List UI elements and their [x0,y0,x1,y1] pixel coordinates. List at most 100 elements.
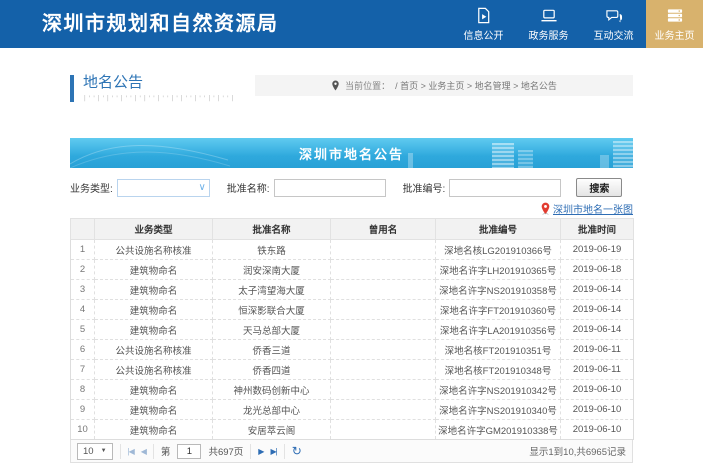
cell-business-type: 公共设施名称核准 [95,340,213,360]
table-row: 9 建筑物命名 龙光总部中心 深地名许字NS201910340号 2019-06… [71,400,634,420]
cell-former-name [331,400,436,420]
table-row: 2 建筑物命名 润安深南大厦 深地名许字LH201910365号 2019-06… [71,260,634,280]
records-summary: 显示1到10,共6965记录 [529,444,626,458]
cell-former-name [331,360,436,380]
table-row: 7 公共设施名称核准 侨香四道 深地名核FT201910348号 2019-06… [71,360,634,380]
cell-approved-name: 龙光总部中心 [213,400,331,420]
search-button[interactable]: 搜索 [576,178,622,197]
divider [250,444,251,459]
location-pin-icon [331,80,340,91]
cell-approval-code: 深地名许字LH201910365号 [436,260,561,280]
cell-approval-code: 深地名核FT201910348号 [436,360,561,380]
cell-approval-date: 2019-06-18 [561,260,634,280]
cell-business-type: 建筑物命名 [95,380,213,400]
cell-former-name [331,300,436,320]
cell-approval-code: 深地名核FT201910351号 [436,340,561,360]
cell-rownum: 3 [71,280,95,300]
cell-rownum: 5 [71,320,95,340]
table-row: 8 建筑物命名 神州数码创新中心 深地名许字NS201910342号 2019-… [71,380,634,400]
cell-former-name [331,340,436,360]
document-icon [475,7,492,24]
business-type-select[interactable]: ∨ [117,179,210,197]
banner-title: 深圳市地名公告 [299,144,404,163]
skyline-decoration [600,155,609,168]
breadcrumb-path[interactable]: / 首页 > 业务主页 > 地名管理 > 地名公告 [395,79,557,92]
cell-rownum: 8 [71,380,95,400]
map-link-row: 深圳市地名一张图 [70,201,633,216]
city-map-link[interactable]: 深圳市地名一张图 [553,201,633,216]
site-title: 深圳市规划和自然资源局 [0,0,451,48]
pagination-bar: 10 ▼ |◀ ◀ 第 共697页 ▶ ▶| ↻ 显示1到10,共6965记录 [70,440,633,463]
announcements-table: 业务类型 批准名称 曾用名 批准编号 批准时间 1 公共设施名称核准 铁东路 深… [70,218,634,440]
skyline-decoration [492,143,514,168]
nav-label: 互动交流 [594,27,634,42]
cell-former-name [331,280,436,300]
cell-approved-name: 神州数码创新中心 [213,380,331,400]
nav-item-interaction[interactable]: 互动交流 [581,0,646,48]
cell-approval-date: 2019-06-10 [561,400,634,420]
col-approval-code: 批准编号 [436,219,561,240]
table-row: 6 公共设施名称核准 侨香三道 深地名核FT201910351号 2019-06… [71,340,634,360]
divider [153,444,154,459]
total-pages-label: 共697页 [208,444,243,458]
cell-approval-date: 2019-06-14 [561,320,634,340]
table-row: 4 建筑物命名 恒深影联合大厦 深地名许字FT201910360号 2019-0… [71,300,634,320]
cell-approval-date: 2019-06-14 [561,280,634,300]
table-row: 5 建筑物命名 天马总部大厦 深地名许字LA201910356号 2019-06… [71,320,634,340]
approved-name-input[interactable] [274,179,386,197]
cell-approval-date: 2019-06-11 [561,360,634,380]
cell-business-type: 建筑物命名 [95,260,213,280]
nav-item-business-home[interactable]: 业务主页 [646,0,703,48]
col-former-name: 曾用名 [331,219,436,240]
panel-banner: 深圳市地名公告 [70,138,633,168]
next-page-button[interactable]: ▶ [258,447,263,456]
col-approved-name: 批准名称 [213,219,331,240]
cell-approved-name: 侨香四道 [213,360,331,380]
cell-approved-name: 天马总部大厦 [213,320,331,340]
header-nav: 信息公开 政务服务 互动交流 业务主页 [451,0,703,48]
cell-approval-code: 深地名许字FT201910360号 [436,300,561,320]
cell-rownum: 9 [71,400,95,420]
type-filter-label: 业务类型: [70,180,113,195]
page-size-value: 10 [83,446,94,457]
prev-page-button[interactable]: ◀ [141,447,146,456]
cell-approval-date: 2019-06-19 [561,240,634,260]
cell-approval-date: 2019-06-10 [561,380,634,400]
approval-code-input[interactable] [449,179,561,197]
nav-item-gov-services[interactable]: 政务服务 [516,0,581,48]
table-row: 3 建筑物命名 太子湾望海大厦 深地名许字NS201910358号 2019-0… [71,280,634,300]
cell-former-name [331,380,436,400]
banner-swirl-decoration [70,138,230,168]
cell-rownum: 2 [71,260,95,280]
cell-rownum: 7 [71,360,95,380]
cell-business-type: 建筑物命名 [95,280,213,300]
breadcrumb: 当前位置： / 首页 > 业务主页 > 地名管理 > 地名公告 [255,75,633,96]
map-pin-icon [540,202,551,215]
page-size-select[interactable]: 10 ▼ [77,443,113,460]
nav-label: 业务主页 [655,27,695,42]
table-body: 1 公共设施名称核准 铁东路 深地名核LG201910366号 2019-06-… [71,240,634,440]
table-header: 业务类型 批准名称 曾用名 批准编号 批准时间 [71,219,634,240]
cell-approved-name: 侨香三道 [213,340,331,360]
current-page-input[interactable] [177,444,201,459]
nav-item-info-disclosure[interactable]: 信息公开 [451,0,516,48]
cell-approved-name: 铁东路 [213,240,331,260]
cell-approval-code: 深地名许字NS201910340号 [436,400,561,420]
cell-business-type: 公共设施名称核准 [95,240,213,260]
page-title: 地名公告 [83,75,235,91]
nav-label: 信息公开 [464,27,504,42]
last-page-button[interactable]: ▶| [270,447,276,456]
col-rownum [71,219,95,240]
cell-approved-name: 润安深南大厦 [213,260,331,280]
monitor-icon [540,7,558,24]
cell-rownum: 4 [71,300,95,320]
col-business-type: 业务类型 [95,219,213,240]
cell-approval-date: 2019-06-11 [561,340,634,360]
chevron-down-icon: ∨ [198,182,205,193]
section-row: 地名公告 |''|'|''|''|'|''|''|'|''|''|'|''| 当… [0,75,703,102]
nav-label: 政务服务 [529,27,569,42]
divider [120,444,121,459]
first-page-button[interactable]: |◀ [128,447,134,456]
refresh-icon[interactable]: ↻ [292,445,302,457]
code-filter-label: 批准编号: [403,180,446,195]
